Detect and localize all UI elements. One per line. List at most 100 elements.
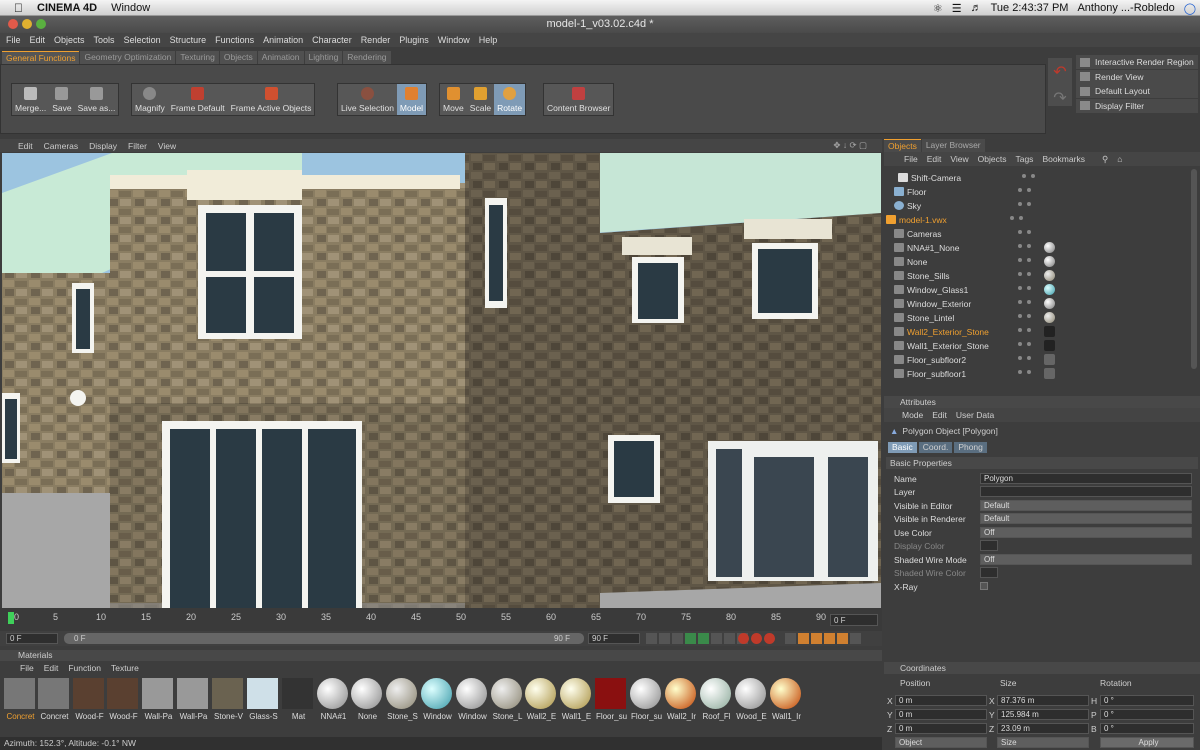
material-swatch[interactable]: Stone_L (490, 678, 523, 722)
material-tag-icon[interactable] (1044, 340, 1055, 351)
layer-field[interactable] (980, 486, 1192, 497)
rot-p-input[interactable]: 0 ° (1100, 709, 1194, 720)
pos-x-input[interactable]: 0 m (895, 695, 987, 706)
apple-icon[interactable]:  (14, 1, 23, 15)
material-swatch[interactable]: Wall-Pa (141, 678, 174, 722)
vp-menu-cameras[interactable]: Cameras (44, 141, 78, 151)
content-browser-button[interactable]: Content Browser (544, 84, 613, 115)
object-row[interactable]: Stone_Sills (894, 269, 1194, 282)
object-row[interactable]: model-1.vwx (886, 213, 1186, 226)
obj-menu-file[interactable]: File (904, 154, 918, 164)
first-frame-button[interactable] (646, 633, 657, 644)
app-menu[interactable]: CINEMA 4D (37, 2, 97, 14)
pos-z-input[interactable]: 0 m (895, 723, 987, 734)
object-row[interactable]: Window_Glass1 (894, 283, 1194, 296)
material-swatch[interactable]: Concret (3, 678, 36, 722)
visible-renderer-select[interactable]: Default (980, 513, 1192, 524)
frame-default-button[interactable]: Frame Default (168, 84, 228, 115)
material-swatch[interactable]: Mat (281, 678, 314, 722)
menu-plugins[interactable]: Plugins (399, 35, 429, 45)
record-pla-icon[interactable] (837, 633, 848, 644)
tab-objects[interactable]: Objects (219, 51, 257, 64)
spotlight-icon[interactable]: ◯ (1184, 2, 1196, 15)
3d-viewport[interactable] (2, 153, 881, 608)
object-row[interactable]: Wall1_Exterior_Stone (894, 339, 1194, 352)
rot-h-input[interactable]: 0 ° (1100, 695, 1194, 706)
objects-scrollbar[interactable] (1191, 169, 1197, 369)
attr-menu-mode[interactable]: Mode (902, 410, 923, 420)
material-tag-icon[interactable] (1044, 312, 1055, 323)
menu-edit[interactable]: Edit (30, 35, 46, 45)
tab-general-functions[interactable]: General Functions (2, 51, 80, 64)
end-frame-field[interactable]: 90 F (588, 633, 640, 644)
object-row[interactable]: Sky (894, 199, 1194, 212)
object-row[interactable]: None (894, 255, 1194, 268)
viewport-nav-icons[interactable]: ✥ ↓ ⟳ ▢ (833, 140, 867, 151)
material-swatch[interactable]: Concret (37, 678, 70, 722)
window-menu[interactable]: Window (111, 2, 150, 14)
save-button[interactable]: Save (49, 84, 74, 115)
mat-menu-edit[interactable]: Edit (44, 663, 59, 673)
current-frame-field[interactable]: 0 F (830, 614, 878, 626)
xray-checkbox[interactable] (980, 582, 988, 590)
mat-menu-function[interactable]: Function (68, 663, 101, 673)
object-row[interactable]: Shift-Camera (898, 171, 1198, 184)
material-tag-icon[interactable] (1044, 284, 1055, 295)
tab-phong[interactable]: Phong (954, 442, 987, 453)
move-button[interactable]: Move (440, 84, 467, 115)
prev-frame-button[interactable] (672, 633, 683, 644)
wifi-icon[interactable]: ☰ (952, 2, 962, 15)
record-rot-icon[interactable] (811, 633, 822, 644)
interactive-render-region-button[interactable]: Interactive Render Region (1076, 55, 1198, 69)
model-button[interactable]: Model (396, 84, 427, 115)
default-layout-button[interactable]: Default Layout (1076, 84, 1198, 98)
object-row-selected[interactable]: Wall2_Exterior_Stone (894, 325, 1194, 338)
material-swatch[interactable]: Wall1_Ir (769, 678, 802, 722)
tab-basic[interactable]: Basic (888, 442, 917, 453)
redo-icon[interactable]: ↷ (1048, 88, 1072, 108)
zoom-window-button[interactable] (36, 19, 46, 29)
mat-menu-file[interactable]: File (20, 663, 34, 673)
material-tag-icon[interactable] (1044, 270, 1055, 281)
menu-tools[interactable]: Tools (94, 35, 115, 45)
object-row[interactable]: Cameras (894, 227, 1194, 240)
apply-button[interactable]: Apply (1100, 737, 1194, 748)
tab-geometry-optimization[interactable]: Geometry Optimization (80, 51, 176, 64)
obj-menu-tags[interactable]: Tags (1015, 154, 1033, 164)
attr-menu-edit[interactable]: Edit (932, 410, 947, 420)
user-name[interactable]: Anthony ...-Robledo (1077, 2, 1174, 14)
shaded-wire-color-swatch[interactable] (980, 567, 998, 578)
record-scale-icon[interactable] (798, 633, 809, 644)
menu-selection[interactable]: Selection (124, 35, 161, 45)
menu-character[interactable]: Character (312, 35, 352, 45)
material-swatch[interactable]: Roof_Fl (699, 678, 732, 722)
material-swatch[interactable]: Floor_su (629, 678, 662, 722)
material-swatch[interactable]: Floor_su (594, 678, 627, 722)
object-row[interactable]: NNA#1_None (894, 241, 1194, 254)
object-row[interactable]: Floor (894, 185, 1194, 198)
menu-render[interactable]: Render (361, 35, 391, 45)
vp-menu-display[interactable]: Display (89, 141, 117, 151)
record-key-icon[interactable] (738, 633, 749, 644)
material-swatch[interactable]: Wood_E (734, 678, 767, 722)
object-row[interactable]: Floor_subfloor2 (894, 353, 1194, 366)
key-selection-icon[interactable] (764, 633, 775, 644)
undo-icon[interactable]: ↶ (1048, 62, 1072, 82)
play-back-button[interactable] (685, 633, 696, 644)
material-tag-icon[interactable] (1044, 242, 1055, 253)
size-z-input[interactable]: 23.09 m (997, 723, 1089, 734)
record-pos-icon[interactable] (785, 633, 796, 644)
minimize-window-button[interactable] (22, 19, 32, 29)
vp-menu-view[interactable]: View (158, 141, 176, 151)
material-tag-icon[interactable] (1044, 256, 1055, 267)
rotate-button[interactable]: Rotate (494, 84, 526, 115)
shaded-wire-mode-select[interactable]: Off (980, 554, 1192, 565)
menu-functions[interactable]: Functions (215, 35, 254, 45)
obj-menu-view[interactable]: View (950, 154, 968, 164)
start-frame-field[interactable]: 0 F (6, 633, 58, 644)
material-tag-icon[interactable] (1044, 298, 1055, 309)
display-color-swatch[interactable] (980, 540, 998, 551)
material-swatch[interactable]: NNA#1 (316, 678, 349, 722)
volume-icon[interactable]: ♬ (971, 2, 982, 14)
vp-menu-filter[interactable]: Filter (128, 141, 147, 151)
